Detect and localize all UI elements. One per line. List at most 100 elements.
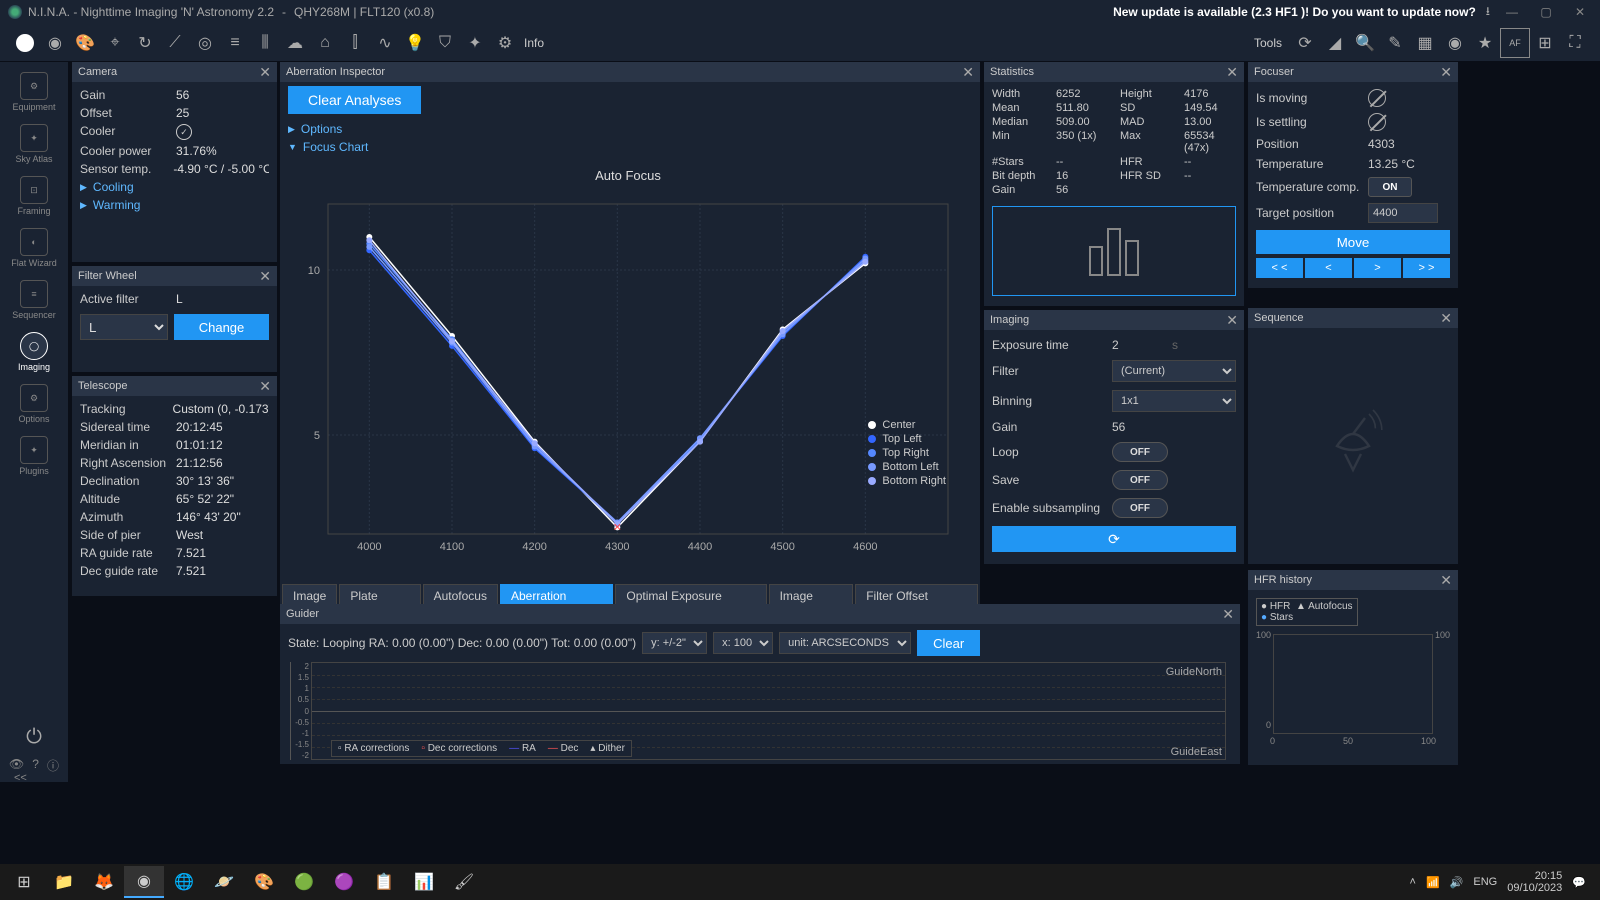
aberration-close-icon[interactable]: ✕: [962, 64, 974, 81]
subsample-toggle[interactable]: OFF: [1112, 498, 1168, 518]
tray-notifications-icon[interactable]: 💬: [1572, 876, 1586, 889]
update-notice[interactable]: New update is available (2.3 HF1 )! Do y…: [1113, 5, 1476, 19]
filterwheel-close-icon[interactable]: ✕: [259, 268, 271, 285]
taskbar-app5-icon[interactable]: 🟣: [324, 866, 364, 898]
tool-right-6-icon[interactable]: ◉: [1440, 28, 1470, 58]
tool-crosshair-icon[interactable]: ⌖: [100, 28, 130, 58]
clear-analyses-button[interactable]: Clear Analyses: [288, 86, 421, 114]
capture-button[interactable]: ⟳: [992, 526, 1236, 552]
taskbar-firefox-icon[interactable]: 🦊: [84, 866, 124, 898]
nav-imaging[interactable]: ◯Imaging: [6, 326, 62, 378]
cooling-expander[interactable]: Cooling: [80, 178, 269, 196]
tool-wrench-icon[interactable]: ⚙: [490, 28, 520, 58]
tool-building-icon[interactable]: ⌂: [310, 28, 340, 58]
telescope-close-icon[interactable]: ✕: [259, 378, 271, 395]
guider-y-select[interactable]: y: +/-2": [642, 632, 707, 654]
tool-target-icon[interactable]: ◎: [190, 28, 220, 58]
nav-sequencer[interactable]: ≡Sequencer: [6, 274, 62, 326]
step-back-button[interactable]: <: [1305, 258, 1352, 278]
toolbar-info-label[interactable]: Info: [524, 36, 544, 50]
taskbar-nina-icon[interactable]: ◉: [124, 866, 164, 898]
tool-shield-icon[interactable]: ⛉: [430, 28, 460, 58]
nav-framing[interactable]: ⊡Framing: [6, 170, 62, 222]
filter-select[interactable]: L: [80, 314, 168, 340]
loop-toggle[interactable]: OFF: [1112, 442, 1168, 462]
info-icon[interactable]: ⓘ: [47, 757, 59, 774]
exposure-input[interactable]: [1112, 338, 1172, 352]
maximize-button[interactable]: ▢: [1534, 5, 1558, 19]
nav-flatwizard[interactable]: ◐Flat Wizard: [6, 222, 62, 274]
tray-up-icon[interactable]: ˄: [1410, 876, 1416, 888]
tool-right-5-icon[interactable]: ▦: [1410, 28, 1440, 58]
focuser-close-icon[interactable]: ✕: [1440, 64, 1452, 81]
taskbar-app8-icon[interactable]: 🖌: [444, 866, 484, 898]
imaging-close-icon[interactable]: ✕: [1226, 312, 1238, 329]
tool-right-af-icon[interactable]: AF: [1500, 28, 1530, 58]
change-button[interactable]: Change: [174, 314, 269, 340]
tool-right-1-icon[interactable]: ⟳: [1290, 28, 1320, 58]
tempcomp-toggle[interactable]: ON: [1368, 177, 1412, 197]
taskbar-explorer-icon[interactable]: 📁: [44, 866, 84, 898]
stats-close-icon[interactable]: ✕: [1226, 64, 1238, 81]
tool-right-2-icon[interactable]: ◢: [1320, 28, 1350, 58]
taskbar-app6-icon[interactable]: 📋: [364, 866, 404, 898]
step-fwd-fast-button[interactable]: > >: [1403, 258, 1450, 278]
imaging-filter-select[interactable]: (Current): [1112, 360, 1236, 382]
tray-clock[interactable]: 20:1509/10/2023: [1507, 870, 1562, 894]
svg-text:×: ×: [613, 518, 621, 534]
tool-right-4-icon[interactable]: ✎: [1380, 28, 1410, 58]
guider-close-icon[interactable]: ✕: [1222, 606, 1234, 623]
tray-volume-icon[interactable]: 🔊: [1450, 876, 1464, 889]
options-expander[interactable]: Options: [288, 120, 972, 138]
power-icon[interactable]: ⏻: [26, 726, 42, 757]
tool-puzzle-icon[interactable]: ✦: [460, 28, 490, 58]
taskbar-app2-icon[interactable]: 🪐: [204, 866, 244, 898]
tool-telescope-icon[interactable]: ⟋: [160, 28, 190, 58]
tool-palette-icon[interactable]: 🎨: [70, 28, 100, 58]
help-icon[interactable]: ?: [32, 757, 39, 774]
tool-right-expand-icon[interactable]: ⛶: [1560, 28, 1590, 58]
tool-circle-icon[interactable]: [16, 34, 34, 52]
save-toggle[interactable]: OFF: [1112, 470, 1168, 490]
guider-unit-select[interactable]: unit: ARCSECONDS: [779, 632, 911, 654]
collapse-indicator[interactable]: <<: [14, 772, 27, 784]
tool-equalizer-icon[interactable]: ⫼: [250, 28, 280, 58]
tool-right-3-icon[interactable]: 🔍: [1350, 28, 1380, 58]
tool-right-star-icon[interactable]: ★: [1470, 28, 1500, 58]
taskbar-app3-icon[interactable]: 🎨: [244, 866, 284, 898]
warming-expander[interactable]: Warming: [80, 196, 269, 214]
guider-clear-button[interactable]: Clear: [917, 630, 980, 656]
nav-skyatlas[interactable]: ✦Sky Atlas: [6, 118, 62, 170]
taskbar-app4-icon[interactable]: 🟢: [284, 866, 324, 898]
focuschart-expander[interactable]: Focus Chart: [288, 138, 972, 156]
tray-wifi-icon[interactable]: 📶: [1426, 876, 1440, 889]
step-fwd-button[interactable]: >: [1354, 258, 1401, 278]
tray-lang[interactable]: ENG: [1473, 876, 1497, 888]
tool-refresh-icon[interactable]: ↻: [130, 28, 160, 58]
hfr-close-icon[interactable]: ✕: [1440, 572, 1452, 589]
nav-options[interactable]: ⚙Options: [6, 378, 62, 430]
camera-close-icon[interactable]: ✕: [259, 64, 271, 81]
imaging-gain-input[interactable]: [1112, 420, 1172, 434]
nav-equipment[interactable]: ⚙Equipment: [6, 66, 62, 118]
close-button[interactable]: ✕: [1568, 5, 1592, 19]
tool-bulb-icon[interactable]: 💡: [400, 28, 430, 58]
sequence-close-icon[interactable]: ✕: [1440, 310, 1452, 327]
move-button[interactable]: Move: [1256, 230, 1450, 254]
start-button[interactable]: ⊞: [4, 866, 44, 898]
minimize-button[interactable]: —: [1500, 5, 1524, 19]
taskbar-app1-icon[interactable]: 🌐: [164, 866, 204, 898]
guider-x-select[interactable]: x: 100: [713, 632, 773, 654]
step-back-fast-button[interactable]: < <: [1256, 258, 1303, 278]
tool-chart-icon[interactable]: ∿: [370, 28, 400, 58]
tool-aperture-icon[interactable]: ◉: [40, 28, 70, 58]
tool-cloud-icon[interactable]: ☁: [280, 28, 310, 58]
target-position-input[interactable]: [1368, 203, 1438, 223]
tool-sliders-icon[interactable]: ≡: [220, 28, 250, 58]
binning-select[interactable]: 1x1: [1112, 390, 1236, 412]
tool-bars-icon[interactable]: ⫿: [340, 28, 370, 58]
taskbar-app7-icon[interactable]: 📊: [404, 866, 444, 898]
nav-plugins[interactable]: ✦Plugins: [6, 430, 62, 482]
tool-right-grid-icon[interactable]: ⊞: [1530, 28, 1560, 58]
download-icon[interactable]: ⭳: [1486, 2, 1490, 23]
